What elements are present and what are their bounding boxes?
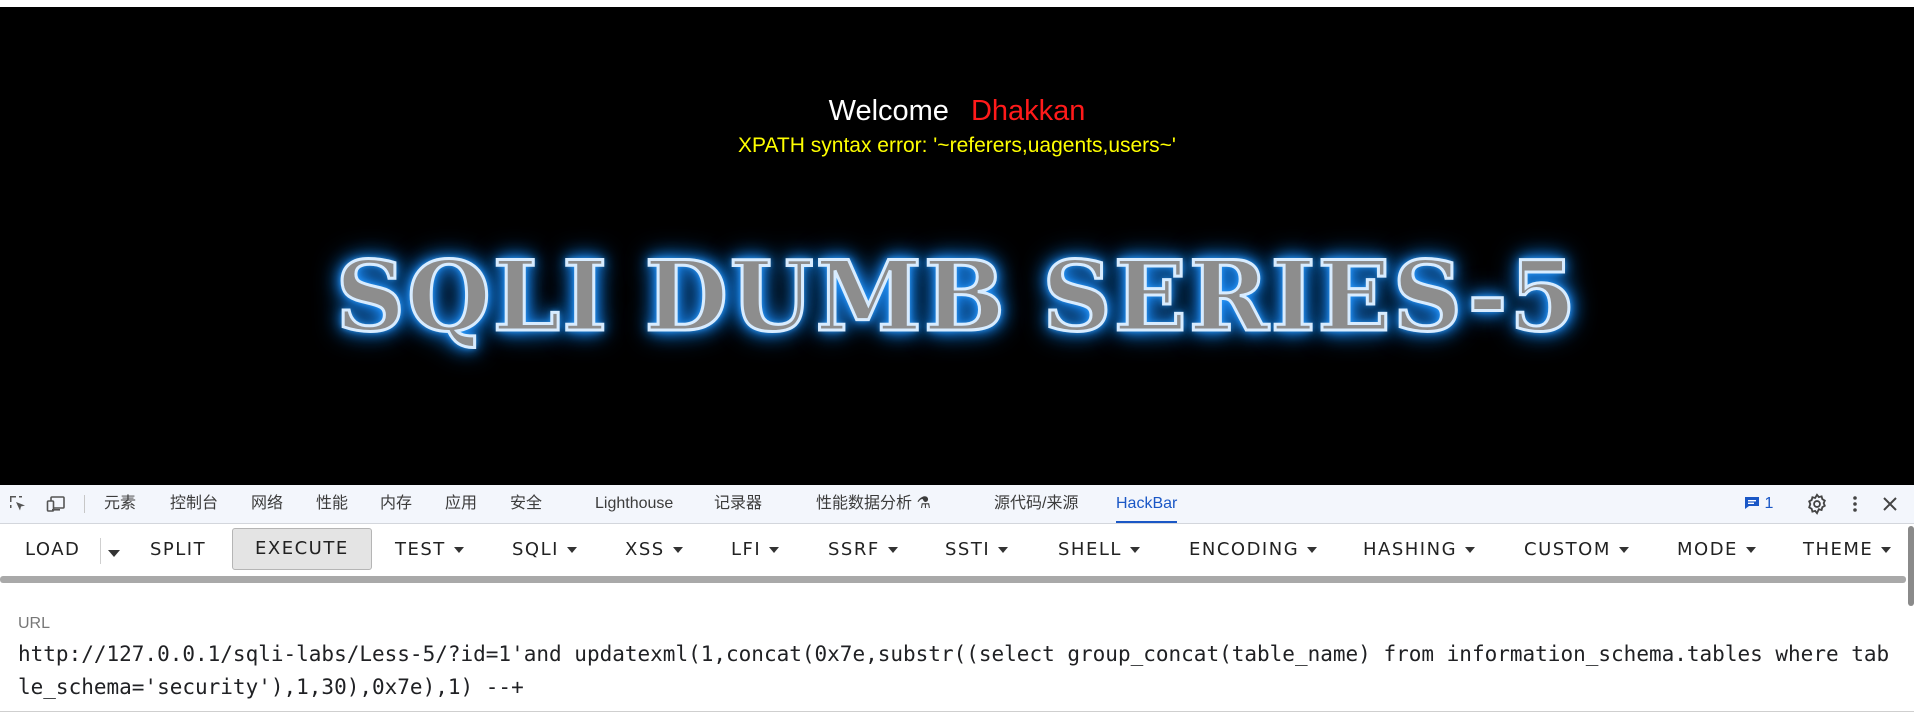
sqli-label: SQLI xyxy=(512,539,559,560)
vertical-scrollbar[interactable] xyxy=(1908,526,1914,606)
chevron-down-icon xyxy=(1129,547,1140,553)
tab-memory[interactable]: 内存 xyxy=(380,485,412,523)
custom-menu[interactable]: CUSTOM xyxy=(1524,530,1629,570)
chevron-down-icon xyxy=(1465,547,1476,553)
custom-label: CUSTOM xyxy=(1524,539,1611,560)
banner-title: SQLI DUMB SERIES-5 xyxy=(334,240,1579,353)
hashing-menu[interactable]: HASHING xyxy=(1363,530,1476,570)
tab-elements[interactable]: 元素 xyxy=(104,485,136,523)
hashing-label: HASHING xyxy=(1363,539,1458,560)
toolbar-divider xyxy=(84,495,85,513)
chevron-down-icon xyxy=(566,547,577,553)
xss-menu[interactable]: XSS xyxy=(625,530,683,570)
theme-menu[interactable]: THEME xyxy=(1803,530,1892,570)
shell-label: SHELL xyxy=(1058,539,1122,560)
web-page-content: Welcome Dhakkan XPATH syntax error: '~ref… xyxy=(0,7,1914,485)
gear-icon[interactable] xyxy=(1806,493,1828,515)
inspect-element-icon[interactable] xyxy=(8,494,28,514)
issues-counter[interactable]: 1 xyxy=(1744,485,1773,523)
horizontal-scrollbar[interactable] xyxy=(0,576,1906,583)
sqli-menu[interactable]: SQLI xyxy=(512,530,577,570)
welcome-line: Welcome Dhakkan xyxy=(0,91,1914,131)
load-dropdown-caret[interactable] xyxy=(108,550,120,557)
close-icon[interactable] xyxy=(1880,494,1900,514)
xss-label: XSS xyxy=(625,539,665,560)
tab-recorder[interactable]: 记录器 xyxy=(714,485,762,523)
chevron-down-icon xyxy=(1745,547,1756,553)
test-label: TEST xyxy=(395,539,446,560)
issues-icon xyxy=(1745,497,1759,509)
more-options-icon[interactable] xyxy=(1845,494,1865,514)
mode-label: MODE xyxy=(1677,539,1738,560)
welcome-label: Welcome xyxy=(828,95,949,127)
issues-count: 1 xyxy=(1764,495,1774,512)
chevron-down-icon xyxy=(453,547,464,553)
lfi-menu[interactable]: LFI xyxy=(731,530,780,570)
execute-button[interactable]: EXECUTE xyxy=(232,528,372,570)
ssti-label: SSTI xyxy=(945,539,991,560)
tab-lighthouse[interactable]: Lighthouse xyxy=(595,485,673,523)
tab-console[interactable]: 控制台 xyxy=(170,485,218,523)
url-label: URL xyxy=(18,615,51,632)
chevron-down-icon xyxy=(1618,547,1629,553)
devtools-panel: 元素 控制台 网络 性能 内存 应用 安全 Lighthouse 记录器 性能数… xyxy=(0,485,1914,717)
top-strip xyxy=(0,0,1914,7)
shell-menu[interactable]: SHELL xyxy=(1058,530,1140,570)
ssti-menu[interactable]: SSTI xyxy=(945,530,1009,570)
tab-performance[interactable]: 性能 xyxy=(316,485,348,523)
tab-network[interactable]: 网络 xyxy=(251,485,283,523)
encoding-label: ENCODING xyxy=(1189,539,1300,560)
split-button[interactable]: SPLIT xyxy=(150,530,206,570)
device-toolbar-icon[interactable] xyxy=(46,494,66,514)
ssrf-menu[interactable]: SSRF xyxy=(828,530,898,570)
mode-menu[interactable]: MODE xyxy=(1677,530,1756,570)
test-menu[interactable]: TEST xyxy=(395,530,464,570)
xpath-error-message: XPATH syntax error: '~referers,uagents,u… xyxy=(738,134,1176,157)
devtools-tab-bar: 元素 控制台 网络 性能 内存 应用 安全 Lighthouse 记录器 性能数… xyxy=(0,485,1914,524)
url-input-underline xyxy=(0,711,1914,712)
url-input[interactable]: http://127.0.0.1/sqli-labs/Less-5/?id=1'… xyxy=(18,638,1898,704)
encoding-menu[interactable]: ENCODING xyxy=(1189,530,1318,570)
chevron-down-icon xyxy=(672,547,683,553)
ssrf-label: SSRF xyxy=(828,539,880,560)
chevron-down-icon xyxy=(1881,547,1892,553)
username: Dhakkan xyxy=(970,95,1086,127)
lfi-label: LFI xyxy=(731,539,762,560)
chevron-down-icon xyxy=(769,547,780,553)
tab-hackbar[interactable]: HackBar xyxy=(1116,485,1178,523)
chevron-down-icon xyxy=(887,547,898,553)
load-divider xyxy=(100,538,101,564)
chevron-down-icon xyxy=(998,547,1009,553)
tab-application[interactable]: 应用 xyxy=(445,485,477,523)
theme-label: THEME xyxy=(1803,539,1874,560)
load-button[interactable]: LOAD xyxy=(25,530,80,570)
tab-sources[interactable]: 源代码/来源 xyxy=(994,485,1078,523)
tab-performance-insights[interactable]: 性能数据分析 ⚗ xyxy=(816,485,931,523)
tab-security[interactable]: 安全 xyxy=(510,485,542,523)
chevron-down-icon xyxy=(1307,547,1318,553)
